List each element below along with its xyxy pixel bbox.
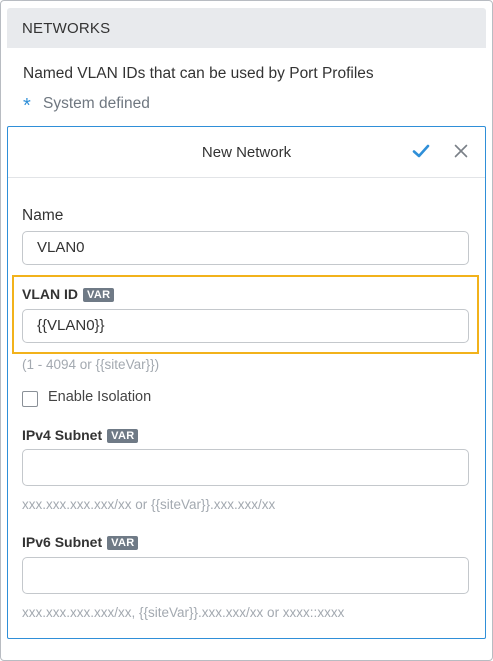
section-title: NETWORKS: [22, 20, 111, 37]
vlan-id-hint: (1 - 4094 or {{siteVar}}): [22, 357, 160, 372]
enable-isolation-label: Enable Isolation: [48, 389, 152, 405]
close-icon: [454, 144, 468, 158]
panel-header: New Network: [8, 127, 485, 178]
vlan-id-var-badge: VAR: [83, 288, 115, 302]
vlan-id-input[interactable]: {{VLAN0}}: [22, 309, 469, 343]
ipv4-subnet-label: IPv4 Subnet: [22, 427, 103, 443]
vlan-id-label-row: VLAN ID VAR: [22, 286, 115, 303]
ipv6-subnet-input[interactable]: [22, 557, 469, 594]
ipv4-subnet-var-badge: VAR: [107, 429, 139, 443]
ipv6-subnet-label-row: IPv6 Subnet VAR: [22, 534, 139, 551]
vlan-id-label: VLAN ID: [22, 286, 78, 302]
networks-card: NETWORKS Named VLAN IDs that can be used…: [0, 0, 493, 661]
name-input[interactable]: VLAN0: [22, 231, 469, 265]
close-button[interactable]: [451, 141, 471, 161]
checkmark-icon: [412, 144, 430, 158]
ipv4-subnet-input[interactable]: [22, 449, 469, 486]
ipv6-subnet-hint: xxx.xxx.xxx.xxx/xx, {{siteVar}}.xxx.xxx/…: [22, 605, 345, 620]
ipv6-subnet-label: IPv6 Subnet: [22, 534, 103, 550]
name-label: Name: [22, 207, 64, 224]
section-header: NETWORKS: [7, 8, 486, 48]
enable-isolation-checkbox[interactable]: [22, 391, 38, 407]
ipv4-subnet-label-row: IPv4 Subnet VAR: [22, 427, 139, 444]
section-description: Named VLAN IDs that can be used by Port …: [23, 65, 374, 82]
ipv4-subnet-hint: xxx.xxx.xxx.xxx/xx or {{siteVar}}.xxx.xx…: [22, 497, 276, 512]
new-network-panel: New Network Name VLAN0 VLAN ID VAR {{VLAN…: [7, 126, 486, 639]
ipv6-subnet-var-badge: VAR: [107, 536, 139, 550]
system-defined-legend: * System defined: [23, 91, 150, 117]
system-defined-label: System defined: [43, 95, 150, 112]
save-button[interactable]: [411, 141, 431, 161]
asterisk-icon: *: [23, 95, 31, 117]
